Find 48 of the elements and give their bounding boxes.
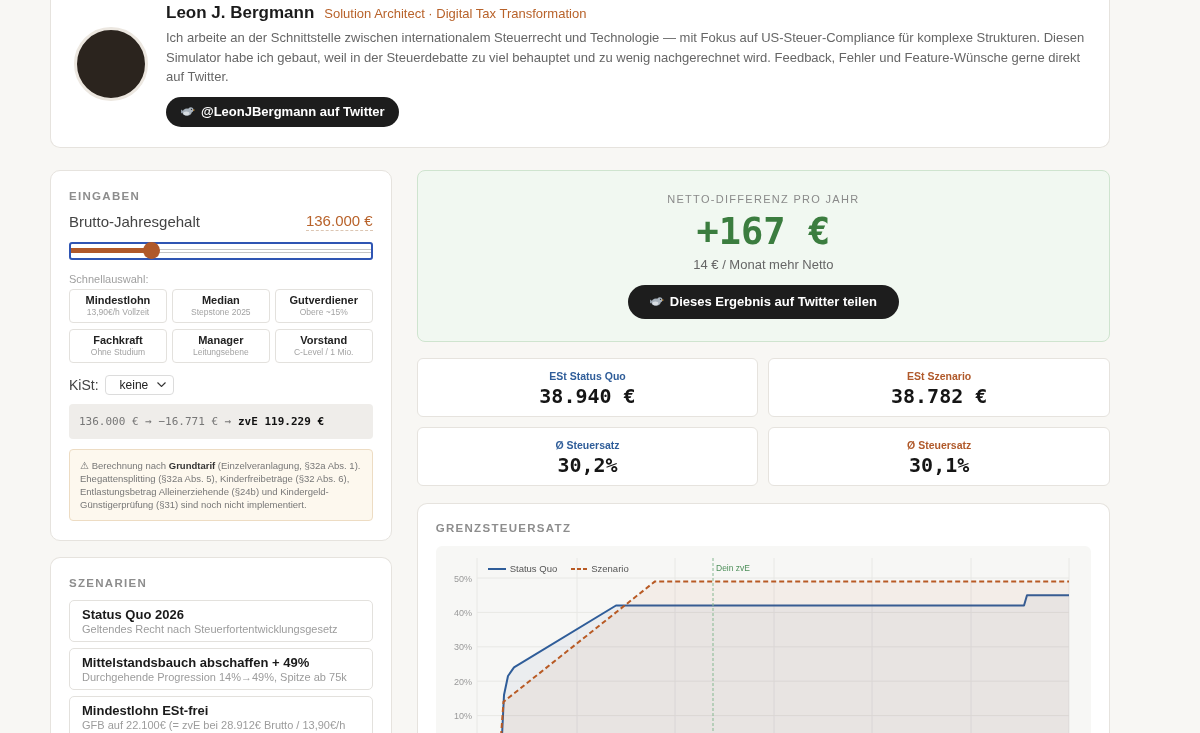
stat-value: 30,1% <box>909 452 970 477</box>
chevron-down-icon <box>157 382 167 387</box>
stat-value: 38.782 € <box>891 383 988 408</box>
stat-label: Ø Steuersatz <box>555 438 620 452</box>
author-bio: Ich arbeite an der Schnittstelle zwischen internationalem Steuerrecht und Technologie — mit Fokus auf US-Steuer-Compliance für komplexe Strukturen. Diesen Simulator habe ich gebaut, weil in der Steuerdebatte zu viel behauptet und zu wenig nachgerechnet wird. Feedback, Fehler und Feature-Wünsche gerne direkt auf Twitter. <box>166 29 1085 86</box>
stat-label: ESt Szenario <box>907 369 972 383</box>
scenario-item[interactable]: Status Quo 2026 Geltendes Recht nach Steuerfortentwicklungsgesetz <box>69 599 373 642</box>
preset-button[interactable]: Gutverdiener Obere ~15% <box>274 288 373 323</box>
church-tax-select[interactable]: keine <box>104 374 175 395</box>
quick-select-label: Schnellauswahl: <box>69 271 150 286</box>
scenario-item[interactable]: Mindestlohn ESt-frei GFB auf 22.100€ (= zvE bei 28.912€ Brutto / 13,90€/h <box>69 695 373 733</box>
preset-button[interactable]: Vorstand C-Level / 1 Mio. <box>274 328 373 363</box>
stat-value: 38.940 € <box>539 383 636 408</box>
monthly-difference: 14 € / Monat mehr Netto <box>693 256 834 273</box>
stat-value: 30,2% <box>557 452 618 477</box>
income-marker-label: Dein zvE <box>715 562 750 573</box>
salary-value: 136.000 € <box>305 212 373 231</box>
y-axis-label: 40% <box>453 607 472 618</box>
legend-label: Status Quo <box>509 562 558 575</box>
church-tax-label: KiSt: <box>69 376 99 393</box>
section-heading: EINGABEN <box>69 188 142 204</box>
salary-slider-track[interactable] <box>69 241 373 260</box>
bird-icon <box>181 107 195 116</box>
salary-label: Brutto-Jahresgehalt <box>69 213 200 230</box>
net-difference-value: +167 € <box>696 209 831 254</box>
bird-icon <box>649 297 664 306</box>
chart-title: GRENZSTEUERSATZ <box>435 520 573 536</box>
preset-button[interactable]: Manager Leitungsebene <box>171 328 270 363</box>
result-heading: NETTO-DIFFERENZ PRO JAHR <box>667 191 860 206</box>
twitter-profile-button[interactable]: @LeonJBergmann auf Twitter <box>166 96 399 127</box>
preset-button[interactable]: Fachkraft Ohne Studium <box>69 328 167 363</box>
y-axis-label: 10% <box>453 710 472 721</box>
y-axis-label: 50% <box>453 573 472 583</box>
scenario-item[interactable]: Mittelstandsbauch abschaffen + 49% Durchgehende Progression 14%→49%, Spitze ab 75k <box>69 647 373 690</box>
author-name: Leon J. Bergmann <box>166 2 315 24</box>
y-axis-label: 30% <box>453 641 472 652</box>
stat-label: ESt Status Quo <box>549 369 626 383</box>
taxable-income-formula: 136.000 € → −16.771 € → zvE 119.229 € <box>69 403 373 439</box>
tariff-notice: ⚠ Berechnung nach Grundtarif (Einzelveranlagung, §32a Abs. 1). Ehegattensplitting (§32a Abs. 5), Kinderfreibeträge (§32 Abs. 6), Entlastungsbetrag Alleinerziehende (§24b) und Kindergeld-Günstigerprüfung (§31) sind noch nicht implementiert. <box>69 448 373 521</box>
preset-button[interactable]: Mindestlohn 13,90€/h Vollzeit <box>69 288 167 323</box>
slider-thumb[interactable] <box>143 242 161 259</box>
preset-button[interactable]: Median Stepstone 2025 <box>171 288 270 323</box>
section-heading: SZENARIEN <box>69 575 149 591</box>
y-axis-label: 20% <box>453 676 472 687</box>
legend-label: Szenario <box>591 562 629 575</box>
author-role: Solution Architect · Digital Tax Transformation <box>324 5 587 23</box>
stat-label: Ø Steuersatz <box>907 438 972 452</box>
share-result-button[interactable]: Dieses Ergebnis auf Twitter teilen <box>627 284 899 319</box>
